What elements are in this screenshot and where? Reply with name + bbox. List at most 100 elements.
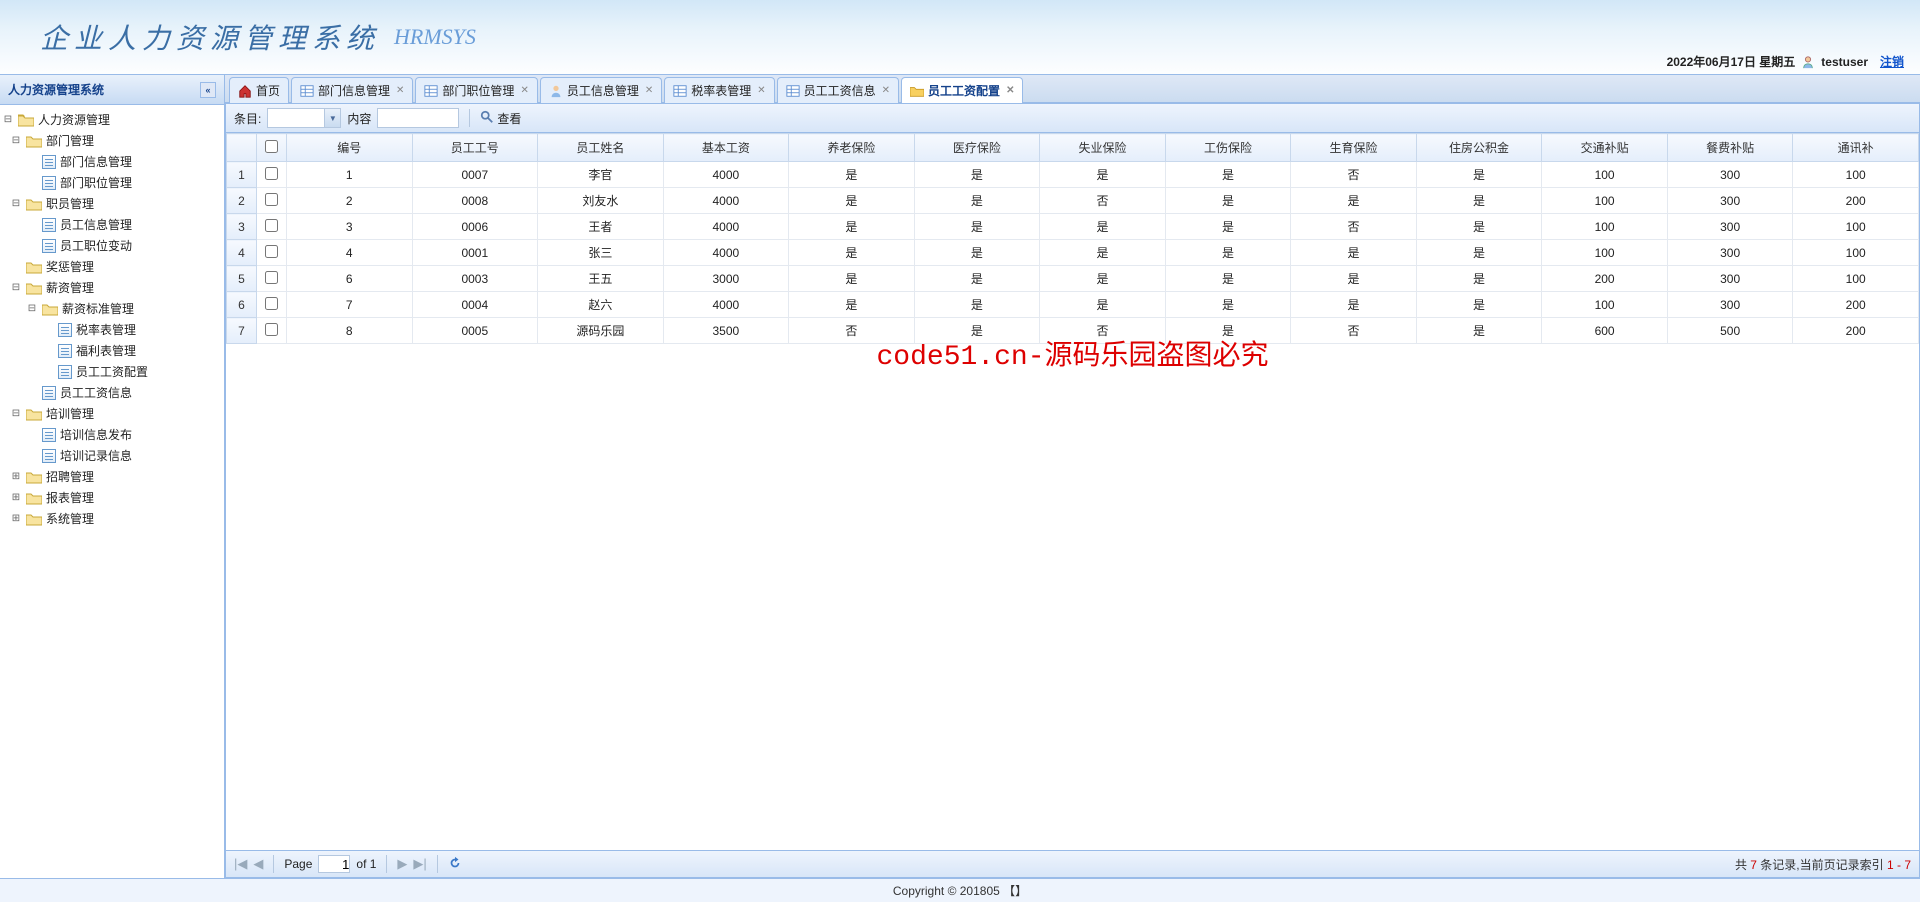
- folder-open-icon: [26, 134, 42, 148]
- tree-dept-pos[interactable]: 部门职位管理: [2, 172, 222, 193]
- column-header[interactable]: 餐费补贴: [1667, 134, 1793, 162]
- column-header[interactable]: 基本工资: [663, 134, 789, 162]
- sidebar-title-bar: 人力资源管理系统 «: [0, 75, 224, 105]
- table-row[interactable]: 440001张三4000是是是是是是100300100: [227, 240, 1919, 266]
- folder-open-icon: [26, 281, 42, 295]
- prev-page-button[interactable]: ◀: [253, 856, 263, 872]
- tree-train-pub[interactable]: 培训信息发布: [2, 424, 222, 445]
- header-username: testuser: [1821, 55, 1868, 69]
- grid-icon: [786, 84, 800, 98]
- page-icon: [42, 176, 56, 190]
- column-header[interactable]: 编号: [287, 134, 413, 162]
- sidebar: 人力资源管理系统 « ⊟人力资源管理 ⊟部门管理 部门信息管理 部门职位管理 ⊟…: [0, 75, 225, 878]
- tree-system[interactable]: ⊞系统管理: [2, 508, 222, 529]
- tree-report[interactable]: ⊞报表管理: [2, 487, 222, 508]
- tree-emp-info[interactable]: 员工信息管理: [2, 214, 222, 235]
- tree-train-rec[interactable]: 培训记录信息: [2, 445, 222, 466]
- page-label: Page: [284, 857, 312, 871]
- folder-icon: [26, 512, 42, 526]
- content-label: 内容: [347, 110, 371, 127]
- tree-reward[interactable]: 奖惩管理: [2, 256, 222, 277]
- refresh-button[interactable]: [448, 856, 462, 873]
- column-header[interactable]: 养老保险: [789, 134, 915, 162]
- close-icon[interactable]: ✕: [396, 85, 404, 96]
- page-input[interactable]: [318, 855, 350, 873]
- tree-train-mgmt[interactable]: ⊟培训管理: [2, 403, 222, 424]
- column-header[interactable]: 交通补贴: [1542, 134, 1668, 162]
- tree-salary-std[interactable]: ⊟薪资标准管理: [2, 298, 222, 319]
- table-row[interactable]: 110007李官4000是是是是否是100300100: [227, 162, 1919, 188]
- folder-icon: [26, 260, 42, 274]
- tree-salary-config[interactable]: 员工工资配置: [2, 361, 222, 382]
- tree-emp-mgmt[interactable]: ⊟职员管理: [2, 193, 222, 214]
- tree-dept-mgmt[interactable]: ⊟部门管理: [2, 130, 222, 151]
- col-rownum: [227, 134, 257, 162]
- tree-salary-info[interactable]: 员工工资信息: [2, 382, 222, 403]
- logout-link[interactable]: 注销: [1880, 53, 1904, 70]
- tree-welfare-table[interactable]: 福利表管理: [2, 340, 222, 361]
- tab-员工工资信息[interactable]: 员工工资信息✕: [777, 77, 899, 103]
- tree-root[interactable]: ⊟人力资源管理: [2, 109, 222, 130]
- footer: Copyright © 201805 【】: [0, 878, 1920, 902]
- tree-dept-info[interactable]: 部门信息管理: [2, 151, 222, 172]
- close-icon[interactable]: ✕: [645, 85, 653, 96]
- column-header[interactable]: 工伤保险: [1165, 134, 1291, 162]
- next-page-button[interactable]: ▶: [397, 856, 407, 872]
- content-input[interactable]: [377, 108, 459, 128]
- table-row[interactable]: 330006王者4000是是是是否是100300100: [227, 214, 1919, 240]
- user-icon: [1801, 55, 1815, 69]
- item-label: 条目:: [234, 110, 261, 127]
- column-header[interactable]: 通讯补: [1793, 134, 1919, 162]
- tree-salary-mgmt[interactable]: ⊟薪资管理: [2, 277, 222, 298]
- app-subtitle: HRMSYS: [394, 24, 476, 50]
- column-header[interactable]: 失业保险: [1040, 134, 1166, 162]
- data-grid: 编号员工工号员工姓名基本工资养老保险医疗保险失业保险工伤保险生育保险住房公积金交…: [226, 133, 1919, 850]
- tab-税率表管理[interactable]: 税率表管理✕: [664, 77, 774, 103]
- item-combo[interactable]: ▼: [267, 108, 341, 128]
- close-icon[interactable]: ✕: [1006, 85, 1014, 96]
- close-icon[interactable]: ✕: [757, 85, 765, 96]
- column-header[interactable]: 员工姓名: [538, 134, 664, 162]
- last-page-button[interactable]: ▶|: [413, 856, 426, 872]
- close-icon[interactable]: ✕: [882, 85, 890, 96]
- page-icon: [58, 365, 72, 379]
- table-row[interactable]: 220008刘友水4000是是否是是是100300200: [227, 188, 1919, 214]
- page-icon: [42, 386, 56, 400]
- table-row[interactable]: 670004赵六4000是是是是是是100300200: [227, 292, 1919, 318]
- page-icon: [42, 155, 56, 169]
- close-icon[interactable]: ✕: [520, 85, 528, 96]
- first-page-button[interactable]: |◀: [234, 856, 247, 872]
- content-area: 首页部门信息管理✕部门职位管理✕员工信息管理✕税率表管理✕员工工资信息✕员工工资…: [225, 75, 1920, 878]
- col-checkbox[interactable]: [257, 134, 287, 162]
- column-header[interactable]: 员工工号: [412, 134, 538, 162]
- tab-部门信息管理[interactable]: 部门信息管理✕: [291, 77, 413, 103]
- page-icon: [42, 218, 56, 232]
- app-header: 企业人力资源管理系统 HRMSYS 2022年06月17日 星期五 testus…: [0, 0, 1920, 75]
- tree-recruit[interactable]: ⊞招聘管理: [2, 466, 222, 487]
- toolbar: 条目: ▼ 内容 查看: [226, 104, 1919, 133]
- table-row[interactable]: 560003王五3000是是是是是是200300100: [227, 266, 1919, 292]
- folder-icon: [26, 470, 42, 484]
- column-header[interactable]: 住房公积金: [1416, 134, 1542, 162]
- table-row[interactable]: 780005源码乐园3500否是否是否是600500200: [227, 318, 1919, 344]
- chevron-down-icon[interactable]: ▼: [324, 109, 340, 127]
- tree-emp-pos-change[interactable]: 员工职位变动: [2, 235, 222, 256]
- folder-open-icon: [26, 407, 42, 421]
- page-icon: [42, 428, 56, 442]
- sidebar-title: 人力资源管理系统: [8, 81, 104, 98]
- tab-bar: 首页部门信息管理✕部门职位管理✕员工信息管理✕税率表管理✕员工工资信息✕员工工资…: [225, 75, 1920, 103]
- tab-首页[interactable]: 首页: [229, 77, 289, 103]
- tree-tax-table[interactable]: 税率表管理: [2, 319, 222, 340]
- tab-员工信息管理[interactable]: 员工信息管理✕: [540, 77, 662, 103]
- header-date: 2022年06月17日 星期五: [1667, 53, 1796, 70]
- folder-open-icon: [18, 113, 34, 127]
- sidebar-collapse-button[interactable]: «: [200, 82, 216, 98]
- tab-部门职位管理[interactable]: 部门职位管理✕: [415, 77, 537, 103]
- pager-summary: 共 7 条记录,当前页记录索引 1 - 7: [1735, 856, 1911, 873]
- column-header[interactable]: 生育保险: [1291, 134, 1417, 162]
- grid-icon: [673, 84, 687, 98]
- item-combo-input[interactable]: [268, 111, 324, 125]
- tab-员工工资配置[interactable]: 员工工资配置✕: [901, 77, 1023, 103]
- view-button[interactable]: 查看: [480, 110, 521, 127]
- column-header[interactable]: 医疗保险: [914, 134, 1040, 162]
